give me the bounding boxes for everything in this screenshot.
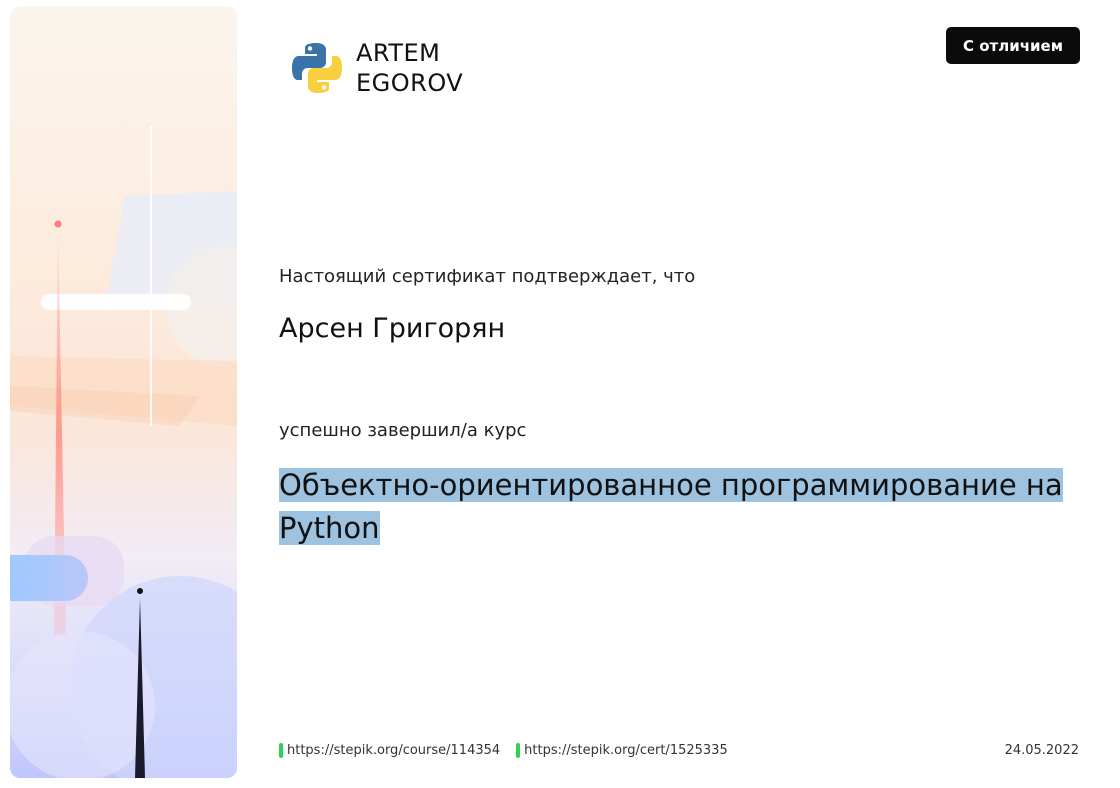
author-name: ARTEM EGOROV <box>356 38 463 98</box>
link-marker-icon <box>516 743 521 758</box>
python-logo-icon <box>289 40 345 96</box>
cert-link-text[interactable]: https://stepik.org/cert/1525335 <box>524 743 728 758</box>
course-link[interactable]: https://stepik.org/course/114354 <box>279 743 500 758</box>
course-title-text: Объектно-ориентированное программировани… <box>279 468 1063 545</box>
certificate-intro: Настоящий сертификат подтверждает, что <box>279 266 696 287</box>
course-title: Объектно-ориентированное программировани… <box>279 464 1089 550</box>
author-first-name: ARTEM <box>356 39 441 67</box>
course-link-text[interactable]: https://stepik.org/course/114354 <box>287 743 500 758</box>
distinction-badge: С отличием <box>946 27 1080 64</box>
certificate-footer: https://stepik.org/course/114354 https:/… <box>279 743 1079 758</box>
issue-date: 24.05.2022 <box>1004 743 1079 758</box>
abstract-artwork <box>10 126 237 778</box>
author-last-name: EGOROV <box>356 69 464 97</box>
recipient-name: Арсен Григорян <box>279 313 506 344</box>
cert-link[interactable]: https://stepik.org/cert/1525335 <box>516 743 728 758</box>
decorative-side-panel <box>10 6 237 778</box>
completion-text: успешно завершил/а курс <box>279 420 527 441</box>
link-marker-icon <box>279 743 283 758</box>
